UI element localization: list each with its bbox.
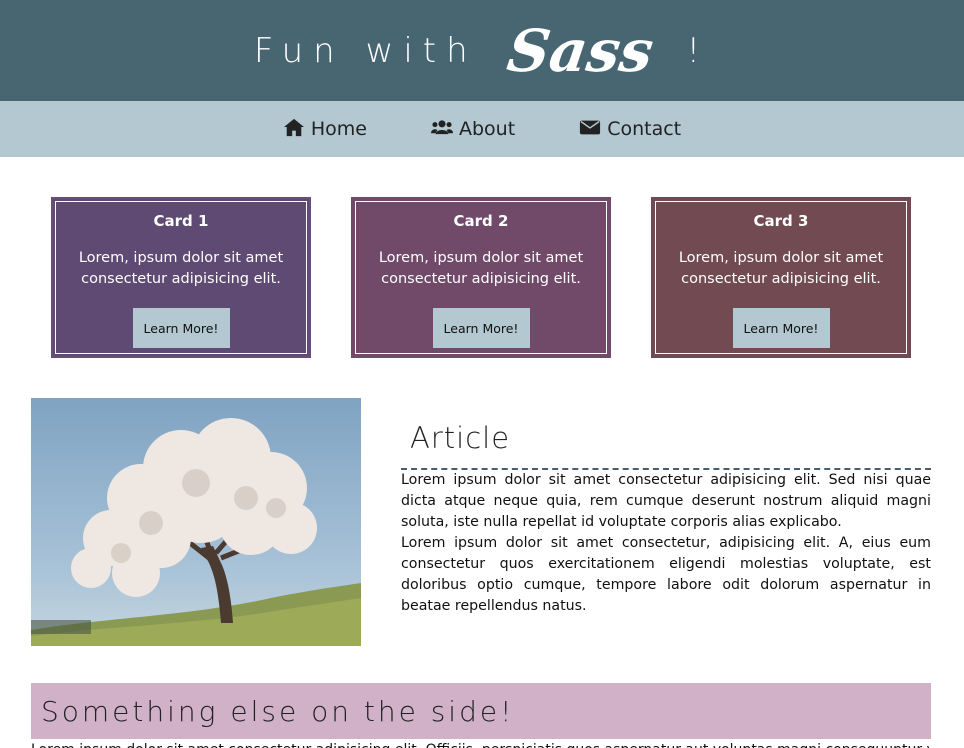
learn-more-button[interactable]: Learn More!	[732, 308, 830, 348]
card: Card 1 Lorem, ipsum dolor sit amet conse…	[51, 197, 311, 358]
nav-item-home-label: Home	[310, 118, 367, 140]
learn-more-button[interactable]: Learn More!	[432, 308, 530, 348]
envelope-icon	[579, 117, 601, 142]
article-paragraph: Lorem ipsum dolor sit amet consectetur a…	[401, 472, 931, 530]
article-section: Article Lorem ipsum dolor sit amet conse…	[0, 398, 964, 684]
card-text: Lorem, ipsum dolor sit amet consectetur …	[678, 250, 884, 287]
card-title: Card 3	[753, 212, 809, 230]
site-header: Fun with Sass !	[0, 0, 964, 101]
card-title: Card 1	[153, 212, 209, 230]
title-suffix: !	[686, 30, 711, 71]
article: Article Lorem ipsum dolor sit amet conse…	[401, 418, 931, 617]
site-title: Fun with Sass !	[253, 16, 711, 85]
side-text: Lorem ipsum dolor sit amet consectetur a…	[31, 740, 931, 748]
card-row: Card 1 Lorem, ipsum dolor sit amet conse…	[0, 157, 964, 398]
card-body: Card 3 Lorem, ipsum dolor sit amet conse…	[655, 201, 907, 354]
card-body: Card 1 Lorem, ipsum dolor sit amet conse…	[55, 201, 307, 354]
article-heading: Article	[401, 418, 931, 470]
card-text: Lorem, ipsum dolor sit amet consectetur …	[378, 250, 584, 287]
card-text: Lorem, ipsum dolor sit amet consectetur …	[78, 250, 284, 287]
card: Card 3 Lorem, ipsum dolor sit amet conse…	[651, 197, 911, 358]
side-heading: Something else on the side!	[31, 683, 931, 739]
nav-item-about[interactable]: About	[431, 117, 515, 142]
learn-more-button[interactable]: Learn More!	[132, 308, 230, 348]
nav-item-about-label: About	[459, 118, 516, 140]
nav-item-contact[interactable]: Contact	[579, 117, 681, 142]
card: Card 2 Lorem, ipsum dolor sit amet conse…	[351, 197, 611, 358]
nav-item-contact-label: Contact	[607, 118, 682, 140]
card-body: Card 2 Lorem, ipsum dolor sit amet conse…	[355, 201, 607, 354]
sass-logo: Sass	[502, 16, 658, 85]
home-icon	[283, 117, 305, 142]
tree-image	[31, 398, 361, 646]
title-prefix: Fun with	[253, 30, 478, 71]
users-icon	[431, 117, 453, 142]
card-title: Card 2	[453, 212, 509, 230]
nav-item-home[interactable]: Home	[283, 117, 367, 142]
main-nav: Home About Contact	[0, 101, 964, 157]
article-paragraph: Lorem ipsum dolor sit amet consectetur, …	[401, 535, 931, 614]
